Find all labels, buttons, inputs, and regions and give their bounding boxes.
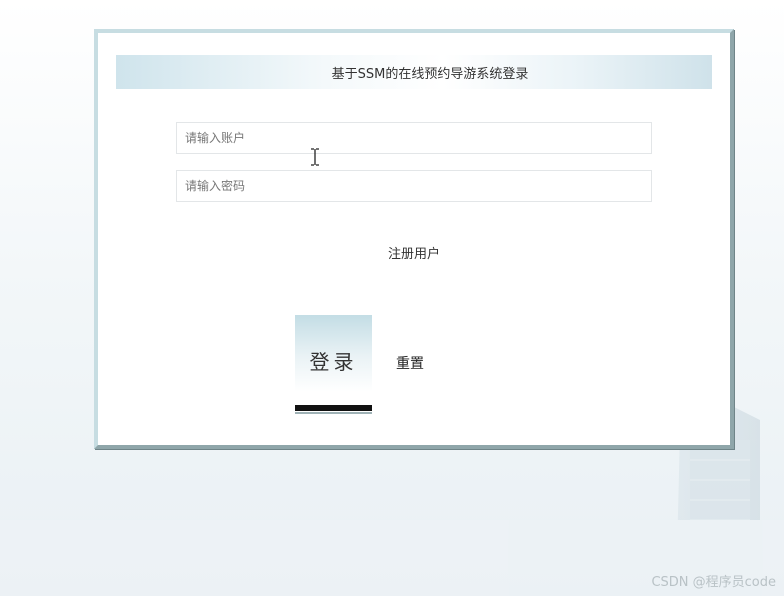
reset-button-label: 重置 [396,356,424,372]
register-link-label: 注册用户 [387,247,440,262]
password-input[interactable] [176,170,652,202]
login-button[interactable]: 登录 [295,315,372,414]
login-button-underline [295,412,372,414]
login-button-label: 登录 [309,349,358,374]
watermark: CSDN @程序员code [651,575,776,590]
account-input[interactable] [176,122,652,154]
page-title: 基于SSM的在线预约导游系统登录 [331,66,529,82]
login-card: 基于SSM的在线预约导游系统登录 注册用户 登录 重置 [94,29,734,449]
text-cursor-icon [311,148,319,166]
reset-button[interactable]: 重置 [396,353,424,373]
title-bar: 基于SSM的在线预约导游系统登录 [116,55,712,89]
register-link[interactable]: 注册用户 [98,243,730,262]
